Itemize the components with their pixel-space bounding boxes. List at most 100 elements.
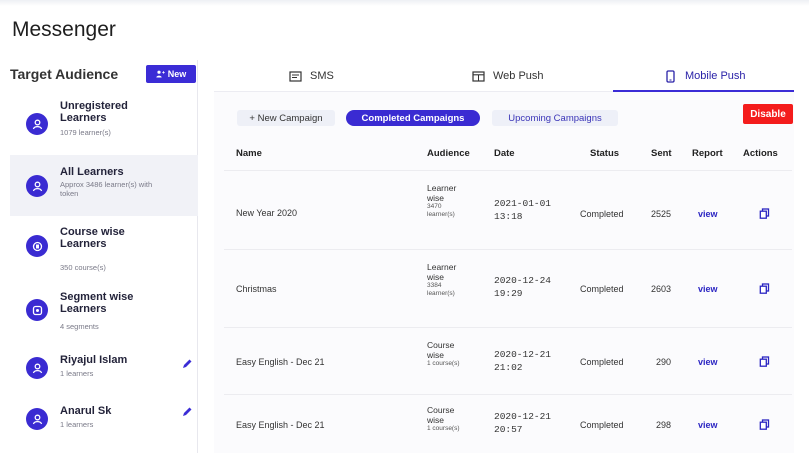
audience-item-course-wise[interactable]: Course wise Learners 350 course(s) — [10, 219, 198, 281]
audience-item-segment-wise[interactable]: Segment wise Learners 4 segments — [10, 284, 198, 341]
copy-icon[interactable] — [759, 419, 770, 430]
view-report-link[interactable]: view — [698, 420, 718, 430]
date-cell: 2021-01-01 13:18 — [494, 197, 551, 223]
view-report-link[interactable]: view — [698, 357, 718, 367]
time: 21:02 — [494, 362, 523, 373]
browser-icon — [472, 70, 485, 82]
users-icon — [26, 408, 48, 430]
new-audience-label: New — [167, 69, 187, 79]
audience-sub: 1 learners — [60, 369, 94, 378]
tab-label: SMS — [310, 70, 334, 82]
date-cell: 2020-12-24 19:29 — [494, 274, 551, 300]
col-header-name: Name — [236, 148, 262, 159]
add-user-icon — [156, 70, 165, 78]
new-audience-button[interactable]: New — [146, 65, 196, 83]
copy-icon[interactable] — [759, 283, 770, 294]
users-icon — [26, 113, 48, 135]
date: 2020-12-21 — [494, 349, 552, 360]
audience-type: Learner wise — [427, 183, 457, 203]
audience-item-riyajul-islam[interactable]: Riyajul Islam 1 learners — [10, 343, 198, 395]
sent-count: 290 — [656, 357, 672, 367]
audience-type: Course wise — [427, 405, 455, 425]
copy-icon[interactable] — [759, 208, 770, 219]
audience-name: Anarul Sk — [60, 405, 112, 417]
table-row: Easy English - Dec 21 Course wise 1 cour… — [224, 395, 792, 453]
mobile-icon — [666, 69, 675, 83]
audience-name: Unregistered Learners — [60, 100, 128, 124]
col-header-actions: Actions — [743, 148, 778, 159]
audience-item-all-learners[interactable]: All Learners Approx 3486 learner(s) with… — [10, 155, 198, 216]
sent-count: 298 — [656, 420, 672, 430]
campaign-name: Christmas — [236, 284, 277, 294]
table-row: New Year 2020 Learner wise 3470 learner(… — [224, 171, 792, 250]
audience-item-unregistered[interactable]: Unregistered Learners 1079 learner(s) — [10, 96, 198, 152]
col-header-status: Status — [590, 148, 620, 159]
date: 2020-12-24 — [494, 275, 552, 286]
status: Completed — [580, 420, 624, 430]
audience-sub: 350 course(s) — [60, 263, 106, 272]
new-campaign-button[interactable]: + New Campaign — [237, 110, 335, 126]
audience-cell: Course wise 1 course(s) — [427, 340, 467, 368]
view-report-link[interactable]: view — [698, 209, 718, 219]
completed-campaigns-button[interactable]: Completed Campaigns — [346, 110, 480, 126]
table-row: Christmas Learner wise 3384 learner(s) 2… — [224, 250, 792, 328]
audience-item-anarul-sk[interactable]: Anarul Sk 1 learners — [10, 396, 198, 446]
time: 20:57 — [494, 424, 523, 435]
audience-count: 1 course(s) — [427, 360, 460, 367]
edit-icon[interactable] — [181, 358, 193, 370]
upcoming-campaigns-button[interactable]: Upcoming Campaigns — [492, 110, 618, 126]
date-cell: 2020-12-21 21:02 — [494, 348, 551, 374]
book-icon — [26, 235, 48, 257]
audience-name: Course wise Learners — [60, 226, 125, 250]
campaign-name: New Year 2020 — [236, 208, 298, 218]
col-header-audience: Audience — [427, 148, 470, 159]
status: Completed — [580, 357, 624, 367]
audience-type: Learner wise — [427, 262, 457, 282]
users-icon — [26, 175, 48, 197]
tab-label: Web Push — [493, 70, 544, 82]
edit-icon[interactable] — [181, 406, 193, 418]
audience-count: 3470 learner(s) — [427, 203, 455, 218]
audience-sub: Approx 3486 learner(s) with token — [60, 180, 153, 198]
audience-name: Segment wise Learners — [60, 291, 134, 315]
audience-sub: 1 learners — [60, 420, 94, 429]
users-icon — [26, 357, 48, 379]
copy-icon[interactable] — [759, 356, 770, 367]
time: 19:29 — [494, 288, 523, 299]
audience-count: 1 course(s) — [427, 425, 460, 432]
audience-cell: Learner wise 3384 learner(s) — [427, 262, 467, 298]
tab-label: Mobile Push — [685, 70, 746, 82]
time: 13:18 — [494, 211, 523, 222]
date: 2021-01-01 — [494, 198, 552, 209]
date-cell: 2020-12-21 20:57 — [494, 410, 551, 436]
channel-tabs: SMS Web Push Mobile Push — [214, 60, 794, 92]
messenger-page: Messenger Target Audience New Unregister… — [0, 0, 809, 453]
audience-cell: Learner wise 3470 learner(s) — [427, 183, 467, 219]
sent-count: 2603 — [651, 284, 672, 294]
tab-sms[interactable]: SMS — [289, 60, 334, 92]
target-audience-heading: Target Audience — [10, 66, 119, 82]
tab-mobile-push[interactable]: Mobile Push — [664, 60, 746, 92]
status: Completed — [580, 209, 624, 219]
view-report-link[interactable]: view — [698, 284, 718, 294]
audience-sub: 4 segments — [60, 322, 99, 331]
audience-cell: Course wise 1 course(s) — [427, 405, 467, 433]
sms-icon — [289, 70, 302, 82]
col-header-sent: Sent — [651, 148, 672, 159]
audience-name: All Learners — [60, 166, 124, 178]
audience-type: Course wise — [427, 340, 455, 360]
col-header-date: Date — [494, 148, 515, 159]
audience-name: Riyajul Islam — [60, 354, 128, 366]
table-row: Easy English - Dec 21 Course wise 1 cour… — [224, 328, 792, 395]
campaign-name: Easy English - Dec 21 — [236, 420, 325, 430]
disable-button[interactable]: Disable — [743, 104, 793, 124]
segment-icon — [26, 299, 48, 321]
sent-count: 2525 — [651, 209, 672, 219]
audience-count: 3384 learner(s) — [427, 282, 455, 297]
top-shadow — [0, 0, 809, 6]
tab-web-push[interactable]: Web Push — [472, 60, 544, 92]
date: 2020-12-21 — [494, 411, 552, 422]
status: Completed — [580, 284, 624, 294]
campaign-name: Easy English - Dec 21 — [236, 357, 325, 367]
col-header-report: Report — [692, 148, 723, 159]
